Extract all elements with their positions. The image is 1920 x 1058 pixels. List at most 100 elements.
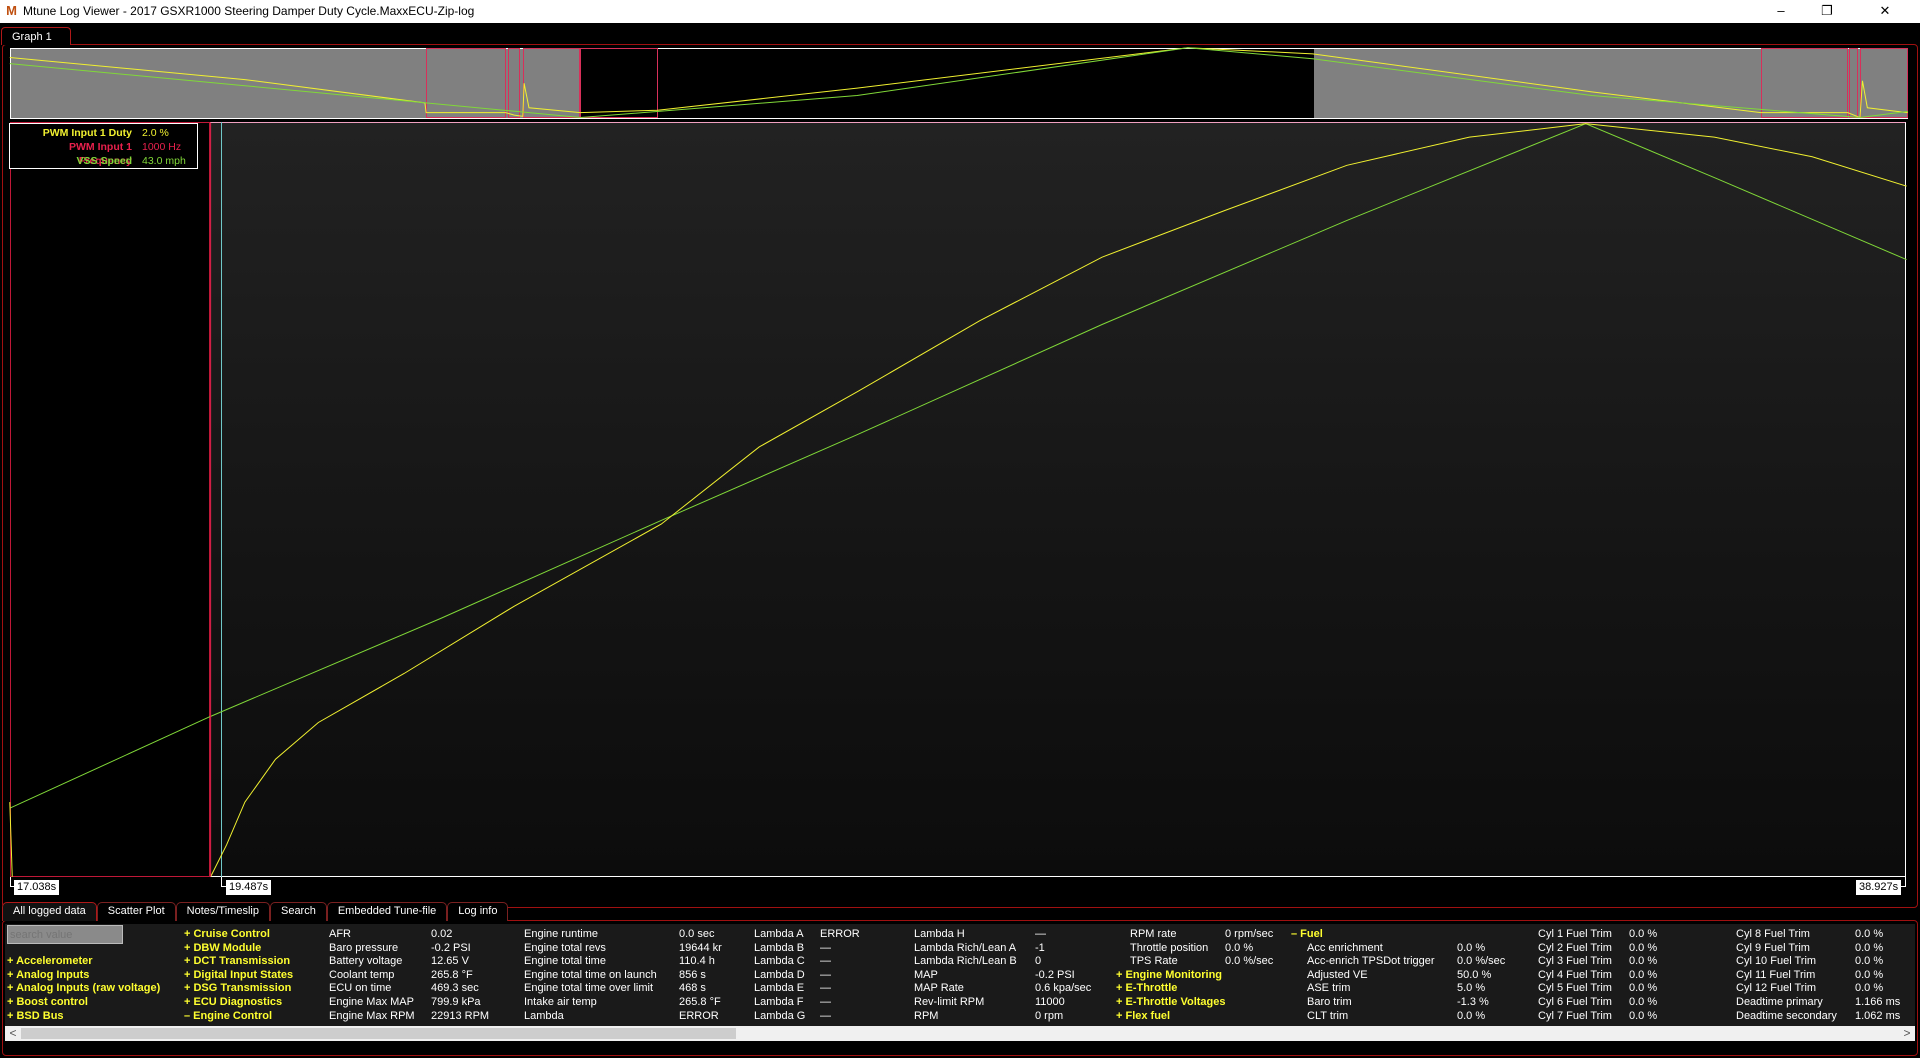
legend-row-vss-speed[interactable]: VSS Speed 43.0 mph [14, 154, 193, 168]
channel-label: Lambda [524, 1009, 564, 1022]
channel-value: 110.4 h [679, 955, 715, 968]
channel-value: — [820, 955, 831, 968]
channel-label: Lambda Rich/Lean B [914, 955, 1017, 968]
channel-label: ECU on time [329, 982, 392, 995]
scrollbar-thumb[interactable] [21, 1028, 736, 1039]
channel-value: 0 [1035, 955, 1042, 968]
channel-label: Deadtime secondary [1736, 1009, 1837, 1022]
channel-label: Baro trim [1307, 996, 1352, 1008]
channel-value: -1.3 % [1457, 996, 1489, 1008]
group-toggle[interactable]: + Analog Inputs (raw voltage) [7, 982, 160, 995]
channel-value: 0.0 % [1457, 1009, 1486, 1022]
channel-value: 1.062 ms [1855, 1009, 1901, 1022]
overview-speed-trace [10, 48, 1908, 118]
group-toggle[interactable]: + Boost control [7, 996, 88, 1009]
group-toggle[interactable]: + Digital Input States [184, 969, 293, 982]
channel-label: Cyl 9 Fuel Trim [1736, 941, 1810, 954]
start-time-label: 17.038s [14, 880, 60, 895]
channel-value: 0.0 % [1855, 955, 1884, 968]
channel-label: Intake air temp [524, 996, 597, 1008]
channel-label: Lambda A [754, 928, 804, 940]
group-toggle[interactable]: + Cruise Control [184, 928, 270, 941]
group-toggle[interactable]: + Analog Inputs [7, 969, 89, 982]
channel-label: Engine total revs [524, 941, 606, 954]
bottom-tabs: All logged data Scatter Plot Notes/Times… [2, 902, 509, 921]
channel-value: 0.0 % [1225, 941, 1254, 954]
channel-value: 0.0 % [1629, 941, 1658, 954]
scroll-right-icon[interactable]: > [1899, 1026, 1915, 1041]
channel-value: 468 s [679, 982, 706, 995]
group-toggle[interactable]: + DBW Module [184, 942, 261, 955]
channel-value: 0.0 % [1629, 1009, 1658, 1022]
channel-value: 5.0 % [1457, 982, 1486, 995]
group-toggle[interactable]: + DCT Transmission [184, 955, 290, 968]
channel-label: Acc-enrich TPSDot trigger [1307, 955, 1435, 968]
vss-speed-trace [10, 124, 1907, 809]
channel-value: 265.8 °F [679, 996, 721, 1008]
end-marker-tick [1901, 877, 1906, 887]
pwm-duty-trace-start [10, 802, 12, 877]
tab-log-info[interactable]: Log info [447, 902, 509, 921]
legend-row-pwm-duty[interactable]: PWM Input 1 Duty 2.0 % [14, 126, 193, 140]
channel-value: — [820, 1009, 831, 1022]
trace-layer [0, 0, 1920, 1058]
tab-notes-timeslip[interactable]: Notes/Timeslip [175, 902, 270, 921]
channel-value: 0.0 % [1629, 982, 1658, 995]
scroll-left-icon[interactable]: < [5, 1026, 21, 1041]
channel-label: Lambda F [754, 996, 804, 1008]
channel-value: 0.0 sec [679, 928, 715, 940]
tab-scatter-plot[interactable]: Scatter Plot [96, 902, 176, 921]
legend-value: 1000 Hz [142, 141, 182, 153]
tab-search[interactable]: Search [269, 902, 327, 921]
group-toggle[interactable]: – Engine Control [184, 1010, 272, 1023]
tab-embedded-tune-file[interactable]: Embedded Tune-file [326, 902, 448, 921]
search-input[interactable] [7, 925, 123, 944]
channel-label: Lambda B [754, 941, 805, 954]
channel-label: AFR [329, 928, 351, 940]
channel-label: Baro pressure [329, 941, 399, 954]
channel-value: 0.0 % [1855, 982, 1884, 995]
legend-row-pwm-frequency[interactable]: PWM Input 1 Frequency 1000 Hz [14, 140, 193, 167]
channel-value: 0.6 kpa/sec [1035, 982, 1092, 995]
channel-label: TPS Rate [1130, 955, 1178, 968]
channel-value: -1 [1035, 941, 1045, 954]
end-time-label: 38.927s [1856, 880, 1902, 895]
channel-label: CLT trim [1307, 1009, 1349, 1022]
overview-duty-trace [10, 48, 1908, 118]
channel-value: -0.2 PSI [1035, 968, 1075, 981]
group-toggle[interactable]: + Accelerometer [7, 955, 93, 968]
channel-label: Coolant temp [329, 968, 395, 981]
group-toggle[interactable]: + Engine Monitoring [1116, 969, 1222, 982]
group-toggle[interactable]: + Flex fuel [1116, 1010, 1170, 1023]
channel-value: 0.0 % [1855, 928, 1884, 940]
tab-all-logged-data[interactable]: All logged data [2, 902, 97, 921]
channel-label: Battery voltage [329, 955, 403, 968]
legend-name: PWM Input 1 Frequency [69, 141, 132, 167]
group-toggle[interactable]: + BSD Bus [7, 1010, 64, 1023]
channel-value: 0.0 % [1855, 941, 1884, 954]
group-toggle-fuel[interactable]: – Fuel [1291, 928, 1323, 941]
channel-label: Engine Max MAP [329, 996, 414, 1008]
channel-label: MAP Rate [914, 982, 964, 995]
channel-label: Engine total time [524, 955, 606, 968]
channel-value: 0.0 % [1629, 955, 1658, 968]
channel-value: -0.2 PSI [431, 941, 471, 954]
channel-label: Cyl 11 Fuel Trim [1736, 968, 1816, 981]
channel-value: 856 s [679, 968, 706, 981]
group-toggle[interactable]: + DSG Transmission [184, 982, 291, 995]
channel-value: 22913 RPM [431, 1009, 490, 1022]
channel-label: Lambda H [914, 928, 965, 940]
channel-label: Throttle position [1130, 941, 1209, 954]
group-toggle[interactable]: + E-Throttle Voltages [1116, 996, 1226, 1009]
channel-value: 0.02 [431, 928, 453, 940]
channel-value: 0.0 % [1629, 996, 1658, 1008]
channel-value: 1.166 ms [1855, 996, 1901, 1008]
channel-label: Lambda C [754, 955, 805, 968]
group-toggle[interactable]: + E-Throttle [1116, 982, 1177, 995]
channel-value: 265.8 °F [431, 968, 473, 981]
channel-value: — [1035, 928, 1046, 940]
channel-label: MAP [914, 968, 938, 981]
channel-label: ASE trim [1307, 982, 1351, 995]
group-toggle[interactable]: + ECU Diagnostics [184, 996, 282, 1009]
channel-label: Adjusted VE [1307, 968, 1368, 981]
